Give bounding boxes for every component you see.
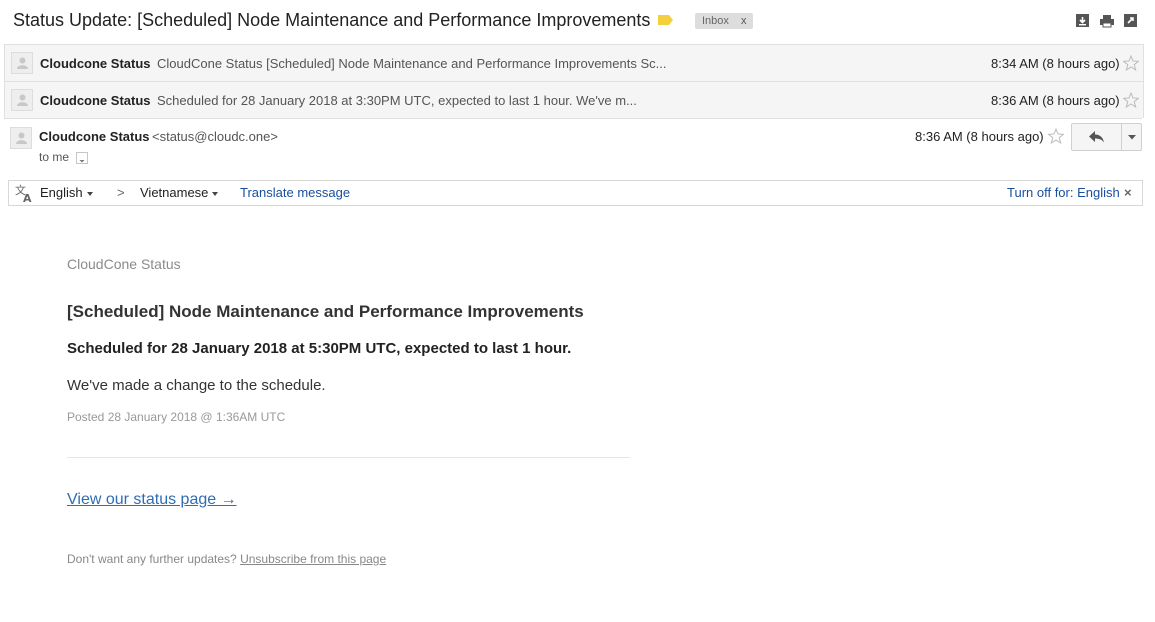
star-icon[interactable] [1048, 128, 1064, 144]
incident-title: [Scheduled] Node Maintenance and Perform… [67, 302, 584, 321]
star-icon[interactable] [1123, 55, 1139, 71]
posted-timestamp: Posted 28 January 2018 @ 1:36AM UTC [67, 410, 286, 424]
person-icon [17, 94, 28, 106]
reply-button-group [1071, 123, 1142, 151]
open-message-header: Cloudcone Status <status@cloudc.one> to … [4, 118, 1142, 175]
target-language-label: Vietnamese [140, 185, 209, 200]
schedule-text: Scheduled for 28 January 2018 at 5:30PM … [67, 340, 572, 357]
star-icon[interactable] [1123, 92, 1139, 108]
translate-message-link[interactable]: Translate message [240, 181, 350, 205]
chevron-down-icon [79, 160, 85, 163]
email-subject: Status Update: [Scheduled] Node Maintena… [13, 10, 651, 30]
target-language-select[interactable]: Vietnamese [140, 181, 219, 205]
subject-header: Status Update: [Scheduled] Node Maintena… [0, 0, 1155, 42]
turn-off-translation-link[interactable]: Turn off for: English [1007, 181, 1120, 205]
translate-bar: 文 A English > Vietnamese Translate messa… [8, 180, 1143, 206]
avatar [10, 127, 32, 149]
label-tag-icon [658, 15, 673, 25]
unsubscribe-link[interactable]: Unsubscribe from this page [240, 552, 386, 566]
close-icon[interactable]: × [1124, 181, 1132, 205]
reply-icon [1089, 131, 1104, 143]
svg-text:A: A [23, 192, 32, 203]
source-language-select[interactable]: English [40, 181, 93, 205]
sender-name[interactable]: Cloudcone Status [39, 129, 150, 144]
new-window-icon[interactable] [1124, 14, 1138, 28]
collapsed-message-2[interactable]: Cloudcone Status Scheduled for 28 Januar… [4, 81, 1144, 118]
recipient-details-dropdown[interactable] [76, 152, 88, 164]
message-time: 8:36 AM (8 hours ago) [915, 129, 1044, 144]
caret-down-icon [86, 191, 93, 196]
reply-button[interactable] [1072, 124, 1121, 150]
chevron-down-icon [1128, 135, 1136, 140]
recipient-text: to me [39, 150, 70, 164]
sender-name: Cloudcone Status [40, 93, 151, 108]
caret-down-icon [212, 191, 219, 196]
sender-name: Cloudcone Status [40, 56, 151, 71]
inbox-label-text: Inbox [702, 15, 729, 27]
org-name: CloudCone Status [67, 256, 181, 272]
update-text: We've made a change to the schedule. [67, 377, 326, 394]
person-icon [16, 132, 27, 144]
divider [67, 457, 630, 458]
footer-prefix: Don't want any further updates? [67, 552, 237, 566]
avatar [11, 89, 33, 111]
collapsed-message-1[interactable]: Cloudcone Status CloudCone Status [Sched… [4, 44, 1144, 81]
print-icon[interactable] [1100, 14, 1114, 28]
download-icon[interactable] [1076, 14, 1090, 28]
inbox-label-chip[interactable]: Inbox x [695, 13, 753, 29]
message-time: 8:34 AM (8 hours ago) [991, 56, 1120, 71]
more-options-button[interactable] [1121, 124, 1142, 150]
message-time: 8:36 AM (8 hours ago) [991, 93, 1120, 108]
person-icon [17, 57, 28, 69]
remove-label-button[interactable]: x [741, 13, 747, 29]
message-snippet: Scheduled for 28 January 2018 at 3:30PM … [157, 93, 637, 108]
message-snippet: CloudCone Status [Scheduled] Node Mainte… [157, 56, 667, 71]
avatar [11, 52, 33, 74]
source-language-label: English [40, 185, 83, 200]
status-page-link[interactable]: View our status page → [67, 491, 237, 509]
footer: Don't want any further updates? Unsubscr… [67, 552, 386, 566]
translate-icon: 文 A [15, 184, 32, 203]
language-arrow: > [117, 185, 125, 200]
sender-email: <status@cloudc.one> [152, 129, 278, 144]
